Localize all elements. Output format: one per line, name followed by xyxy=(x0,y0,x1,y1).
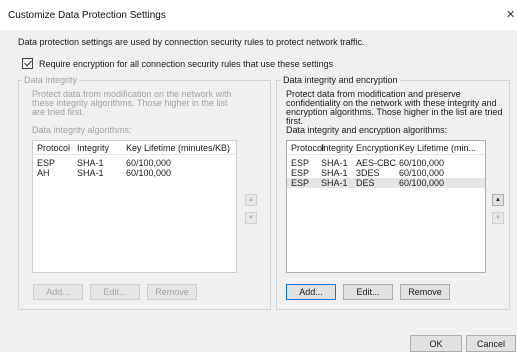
cell-integrity: SHA-1 xyxy=(77,168,104,178)
ok-button[interactable]: OK xyxy=(410,335,462,352)
cell-protocol: AH xyxy=(37,168,50,178)
cancel-button[interactable]: Cancel xyxy=(466,335,516,352)
data-integrity-encryption-description: Protect data from modification and prese… xyxy=(286,89,503,126)
data-integrity-list-header: Protocol Integrity Key Lifetime (minutes… xyxy=(33,141,236,155)
list-item[interactable]: ESP SHA-1 3DES 60/100,000 xyxy=(287,168,485,178)
cell-key-lifetime: 60/100,000 xyxy=(126,158,172,168)
list-item[interactable]: ESP SHA-1 60/100,000 xyxy=(33,158,236,168)
cell-protocol: ESP xyxy=(291,158,310,168)
move-down-button[interactable]: ▼ xyxy=(245,212,257,224)
cell-protocol: ESP xyxy=(291,168,310,178)
move-up-button[interactable]: ▲ xyxy=(492,194,504,206)
data-integrity-list[interactable]: Protocol Integrity Key Lifetime (minutes… xyxy=(32,140,237,273)
move-up-icon: ▲ xyxy=(495,197,501,203)
integrity-remove-button[interactable]: Remove xyxy=(147,284,197,300)
column-header-integrity[interactable]: Integrity xyxy=(321,143,356,153)
data-integrity-description: Protect data from modification on the ne… xyxy=(32,89,232,117)
cell-integrity: SHA-1 xyxy=(321,178,348,188)
list-item[interactable]: ESP SHA-1 AES-CBC ... 60/100,000 xyxy=(287,158,485,168)
move-up-icon: ▲ xyxy=(248,197,254,203)
require-encryption-label: Require encryption for all connection se… xyxy=(39,58,334,69)
cell-key-lifetime: 60/100,000 xyxy=(399,158,445,168)
data-integrity-group-title: Data integrity xyxy=(22,75,80,85)
move-down-icon: ▼ xyxy=(495,215,501,221)
list-item[interactable]: AH SHA-1 60/100,000 xyxy=(33,168,236,178)
column-header-protocol[interactable]: Protocol xyxy=(33,143,77,153)
cell-encryption: 3DES xyxy=(356,168,380,178)
integrity-add-button[interactable]: Add... xyxy=(33,284,83,300)
cell-encryption: AES-CBC ... xyxy=(356,158,399,168)
cell-key-lifetime: 60/100,000 xyxy=(399,178,445,188)
move-down-icon: ▼ xyxy=(248,215,254,221)
move-up-button[interactable]: ▲ xyxy=(245,194,257,206)
cell-integrity: SHA-1 xyxy=(321,168,348,178)
cell-integrity: SHA-1 xyxy=(77,158,104,168)
close-icon[interactable]: ✕ xyxy=(506,8,515,21)
cell-key-lifetime: 60/100,000 xyxy=(399,168,445,178)
data-integrity-list-label: Data integrity algorithms: xyxy=(32,125,132,135)
cell-key-lifetime: 60/100,000 xyxy=(126,168,172,178)
encryption-edit-button[interactable]: Edit... xyxy=(343,284,393,300)
require-encryption-checkbox[interactable] xyxy=(22,58,33,69)
column-header-encryption[interactable]: Encryption xyxy=(356,143,399,153)
move-down-button[interactable]: ▼ xyxy=(492,212,504,224)
dialog-description: Data protection settings are used by con… xyxy=(18,37,365,47)
window-title: Customize Data Protection Settings xyxy=(8,10,166,21)
column-header-integrity[interactable]: Integrity xyxy=(77,143,126,153)
list-item-selected[interactable]: ESP SHA-1 DES 60/100,000 xyxy=(287,178,485,188)
encryption-remove-button[interactable]: Remove xyxy=(400,284,450,300)
cell-protocol: ESP xyxy=(291,178,310,188)
column-header-key-lifetime[interactable]: Key Lifetime (minutes/KB) xyxy=(126,143,236,153)
data-integrity-encryption-group-title: Data integrity and encryption xyxy=(281,75,400,85)
cell-integrity: SHA-1 xyxy=(321,158,348,168)
cell-encryption: DES xyxy=(356,178,375,188)
encryption-add-button[interactable]: Add... xyxy=(286,284,336,300)
column-header-protocol[interactable]: Protocol xyxy=(287,143,324,153)
data-integrity-encryption-list-header: Protocol Integrity Encryption Key Lifeti… xyxy=(287,141,485,155)
integrity-edit-button[interactable]: Edit... xyxy=(90,284,140,300)
data-integrity-encryption-list-label: Data integrity and encryption algorithms… xyxy=(286,125,448,135)
data-integrity-encryption-list[interactable]: Protocol Integrity Encryption Key Lifeti… xyxy=(286,140,486,273)
cell-protocol: ESP xyxy=(37,158,56,168)
column-header-key-lifetime[interactable]: Key Lifetime (min... xyxy=(399,143,485,153)
require-encryption-checkbox-row[interactable]: Require encryption for all connection se… xyxy=(22,58,333,69)
